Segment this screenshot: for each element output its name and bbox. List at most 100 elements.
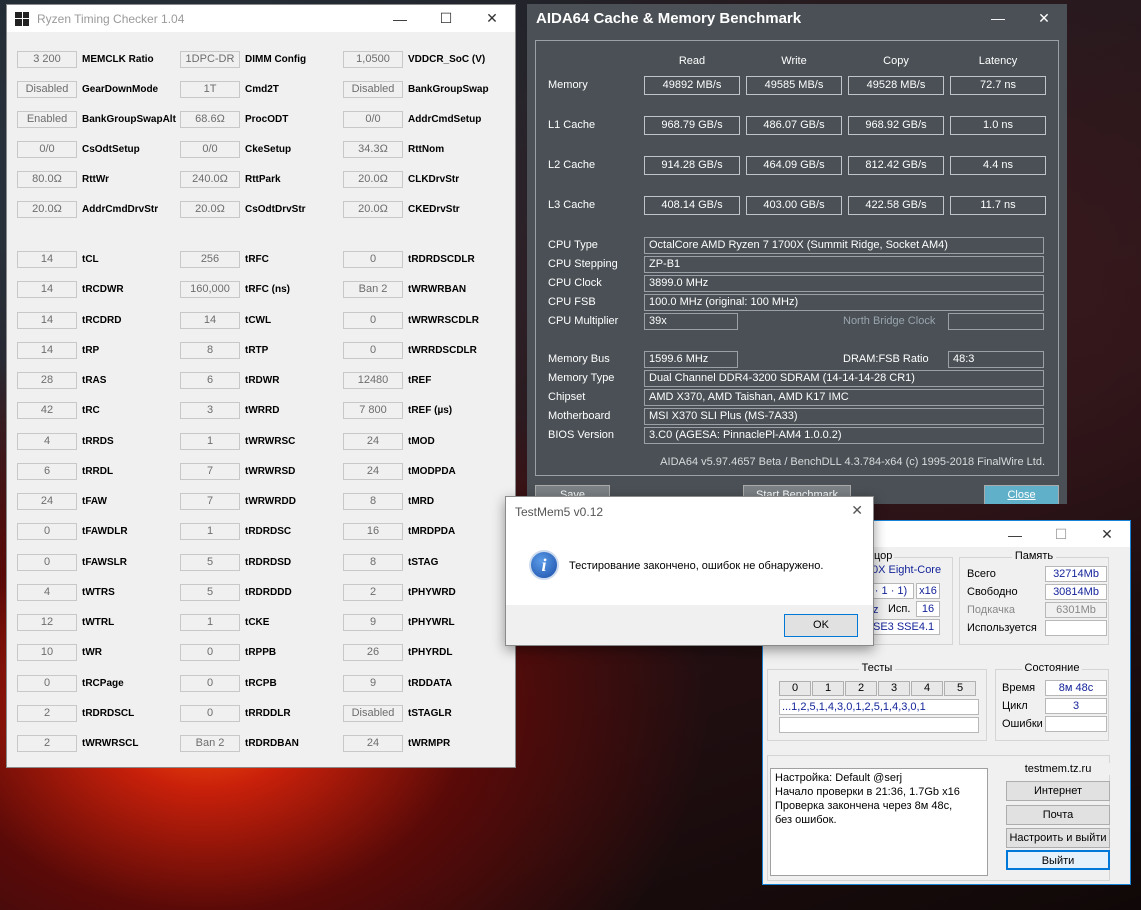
timing-value: 6 [180,372,240,389]
aida-titlebar[interactable]: AIDA64 Cache & Memory Benchmark — ✕ [527,4,1067,32]
timing-label: tWRWRBAN [408,284,467,296]
timing-cell: 20.0Ω CKEDrvStr [343,201,460,218]
timing-value: 80.0Ω [17,171,77,188]
timing-cell: 26 tPHYRDL [343,644,453,662]
timing-label: tWRWRSD [245,465,296,477]
ratio-label: DRAM:FSB Ratio [843,353,929,365]
timing-value: 9 [343,674,403,692]
info-label: Chipset [548,391,586,403]
timing-cell: 34.3Ω RttNom [343,141,444,158]
bench-row-label: L3 Cache [548,199,596,211]
timing-value: 1 [180,614,240,631]
timing-label: ProcODT [245,114,289,125]
timing-cell: 24 tMODPDA [343,462,456,480]
isp-value: 16 [916,601,940,617]
log-textbox[interactable]: Настройка: Default @serj Начало проверки … [770,768,988,876]
aida-footer: AIDA64 v5.97.4657 Beta / BenchDLL 4.3.78… [660,456,1045,468]
total-label: Всего [967,568,996,580]
timing-value: 0 [17,523,77,541]
timing-value: 28 [17,372,77,389]
timing-value: 0/0 [343,111,403,128]
timing-value: 24 [343,432,403,450]
maximize-icon[interactable]: ☐ [1038,521,1084,548]
bench-value: 49585 MB/s [746,76,842,95]
timing-cell: 14 tCL [17,251,99,268]
timing-label: tSTAGLR [408,707,452,719]
timing-value: 7 [180,493,240,510]
column-header: Read [678,55,706,67]
timing-cell: 10 tWR [17,644,102,662]
info-label: BIOS Version [548,429,615,441]
timing-label: tWRWRSCL [82,738,139,749]
close-icon[interactable]: ✕ [1084,521,1130,548]
timing-value: 8 [343,493,403,510]
timing-value: Enabled [17,111,77,128]
timing-label: CsOdtSetup [82,144,140,155]
timing-label: tWTRS [82,586,115,598]
timing-value: 0 [180,704,240,722]
timing-cell: 0 tRRDDLR [180,704,291,722]
close-icon[interactable]: ✕ [469,5,515,32]
minimize-icon[interactable]: — [975,5,1021,32]
timing-label: tMOD [408,435,435,447]
minimize-icon[interactable]: — [377,5,423,32]
tests-group-title: Тесты [768,662,986,674]
timing-cell: 7 tWRWRDD [180,493,296,510]
north-bridge-label: North Bridge Clock [843,315,936,327]
minimize-icon[interactable]: — [992,521,1038,548]
log-line: Настройка: Default @serj [775,772,903,784]
timing-value: 14 [17,311,77,329]
timing-label: tRDRDDD [245,586,292,598]
timing-cell: 0 tRPPB [180,644,276,662]
isp-label: Исп. [888,603,911,615]
timing-label: tWRWRSC [245,435,296,447]
mail-button[interactable]: Почта [1006,805,1110,825]
ryzen-titlebar[interactable]: Ryzen Timing Checker 1.04 — ☐ ✕ [7,5,515,32]
timing-value: 1 [180,523,240,541]
test-number: 2 [845,681,877,696]
timing-cell: 8 tRTP [180,341,268,359]
cpu-group-title: цор [872,550,895,562]
timing-value: 0 [17,674,77,692]
timing-cell: 1 tWRWRSC [180,432,296,450]
test-sequence: ...1,2,5,1,4,3,0,1,2,5,1,4,3,0,1 [779,699,979,715]
timing-value: 240.0Ω [180,171,240,188]
exit-button[interactable]: Выйти [1006,850,1110,870]
info-value: Dual Channel DDR4-3200 SDRAM (14-14-14-2… [644,370,1044,387]
timing-label: tRDWR [245,375,280,386]
timing-cell: Disabled tSTAGLR [343,704,452,722]
timing-value: 5 [180,583,240,601]
timing-cell: 20.0Ω CsOdtDrvStr [180,201,306,218]
timing-cell: 0 tWRWRSCDLR [343,311,479,329]
maximize-icon[interactable]: ☐ [423,5,469,32]
timing-label: tREF [408,375,432,386]
timing-value: 1T [180,81,240,98]
close-icon[interactable]: ✕ [1021,5,1067,32]
timing-value: 42 [17,402,77,420]
timing-label: tPHYWRD [408,586,456,598]
ok-button[interactable]: OK [784,614,858,637]
timing-value: 4 [17,583,77,601]
timing-cell: Disabled GearDownMode [17,81,158,98]
timing-label: tRAS [82,375,107,386]
close-button[interactable]: Close [984,485,1059,504]
timing-label: tRCDWR [82,284,124,296]
timing-value: 14 [17,251,77,268]
internet-button[interactable]: Интернет [1006,781,1110,801]
time-value: 8м 48с [1045,680,1107,696]
timing-value: 3 [180,402,240,420]
bench-value: 914.28 GB/s [644,156,740,175]
timing-cell: 0/0 CsOdtSetup [17,141,140,158]
timing-cell: 12480 tREF [343,372,431,389]
close-icon[interactable]: ✕ [851,502,863,519]
ryzen-timing-window: Ryzen Timing Checker 1.04 — ☐ ✕ 3 200 MEM… [6,4,516,768]
timing-value: Disabled [343,704,403,722]
timing-value: 14 [17,341,77,359]
timing-label: MEMCLK Ratio [82,54,154,65]
timing-cell: 0 tFAWDLR [17,523,128,541]
timing-label: tPHYRDL [408,647,453,659]
setup-exit-button[interactable]: Настроить и выйти [1006,828,1110,848]
timing-value: 20.0Ω [343,171,403,188]
timing-cell: 1T Cmd2T [180,81,279,98]
timing-value: 14 [180,311,240,329]
